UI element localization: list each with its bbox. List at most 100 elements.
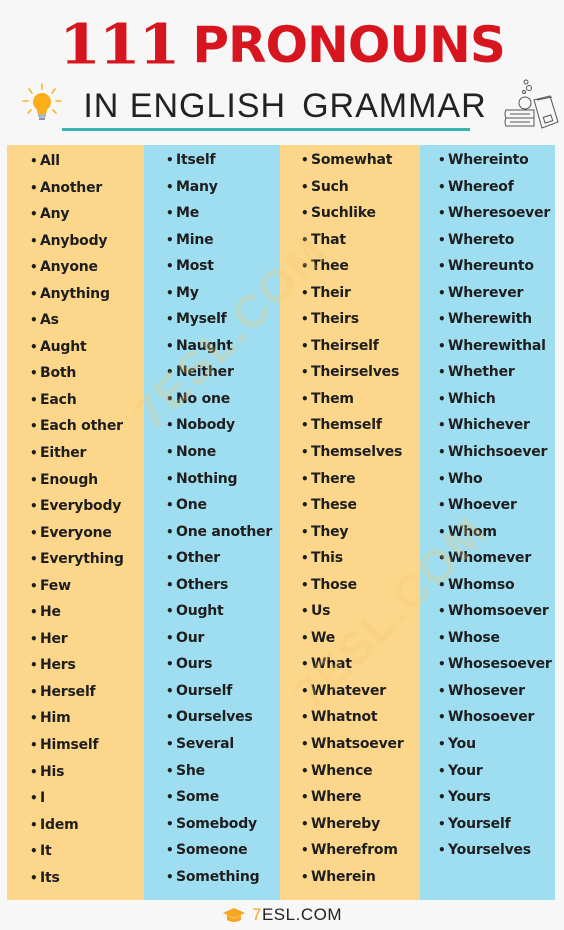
pronoun-item: • Ourself [144,678,280,705]
bullet-icon: • [301,737,309,752]
bullet-icon: • [438,551,446,566]
bullet-icon: • [301,471,309,486]
pronoun-item: • Something [144,864,280,891]
bullet-icon: • [438,206,446,221]
bullet-icon: • [166,312,174,327]
bullet-icon: • [30,419,38,434]
pronoun-item: • Whereto [420,227,555,254]
pronoun-item: • Everything [7,546,144,573]
pronoun-text: Whoever [448,497,517,514]
pronoun-text: Her [40,630,68,647]
pronoun-item: • Where [280,784,420,811]
bullet-icon: • [438,790,446,805]
bullet-icon: • [301,843,309,858]
pronoun-item: • Whereunto [420,253,555,280]
pronoun-text: Many [176,178,218,195]
pronoun-text: Herself [40,683,96,700]
lightbulb-icon [22,83,62,120]
pronoun-text: Ours [176,656,213,673]
bullet-icon: • [30,446,38,461]
bullet-icon: • [166,816,174,831]
pronoun-text: Wheresoever [448,205,551,222]
pronoun-item: • Yourself [420,811,555,838]
pronoun-column-2: • Itself • Many • Me • Mine • Most • My • Myself • Naug… [144,145,280,900]
pronoun-text: Which [448,390,496,407]
bullet-icon: • [30,870,38,885]
pronoun-item: • Theirselves [280,359,420,386]
pronoun-text: Who [448,470,483,487]
pronoun-item: • Mine [144,227,280,254]
pronoun-item: • You [420,731,555,758]
pronoun-text: Naught [176,337,233,354]
pronoun-column-4: • Whereinto • Whereof • Wheresoever • Whereto • W… [420,145,555,900]
pronoun-text: Theirselves [311,364,400,381]
pronoun-text: Any [40,206,70,223]
bullet-icon: • [301,312,309,327]
pronoun-text: Wherewith [448,311,532,328]
bullet-icon: • [30,392,38,407]
pronoun-item: • Naught [144,333,280,360]
pronoun-item: • Either [7,440,144,467]
pronoun-item: • That [280,227,420,254]
pronoun-text: Those [311,576,357,593]
bullet-icon: • [438,843,446,858]
pronoun-text: Theirself [311,337,379,354]
pronoun-item: • Wherewith [420,306,555,333]
pronoun-text: Me [176,205,200,222]
bullet-icon: • [30,286,38,301]
pronoun-text: Neither [176,364,234,381]
pronoun-item: • Both [7,360,144,387]
pronoun-item: • Wherefrom [280,837,420,864]
pronoun-text: Ought [176,603,224,620]
pronoun-text: Whosever [448,682,525,699]
pronoun-item: • Yourselves [420,837,555,864]
pronoun-item: • Neither [144,359,280,386]
bullet-icon: • [166,737,174,752]
graduation-cap-icon [223,908,245,922]
bullet-icon: • [438,657,446,672]
pronoun-item: • Thee [280,253,420,280]
pronoun-item: • Whose [420,625,555,652]
bullet-icon: • [301,445,309,460]
pronoun-text: Him [40,710,71,727]
pronoun-text: Others [176,576,229,593]
pronoun-item: • Whomever [420,545,555,572]
bullet-icon: • [301,179,309,194]
pronoun-text: Whereunto [448,258,534,275]
bullet-icon: • [30,339,38,354]
pronoun-text: There [311,470,356,487]
bullet-icon: • [301,683,309,698]
pronoun-text: Whomsoever [448,603,549,620]
bullet-icon: • [166,577,174,592]
pronoun-text: Each other [40,418,123,435]
bullet-icon: • [166,657,174,672]
pronoun-item: • Anything [7,281,144,308]
pronoun-text: Someone [176,842,248,859]
pronoun-text: He [40,604,61,621]
pronoun-item: • Another [7,175,144,202]
pronoun-item: • Whatsoever [280,731,420,758]
pronoun-item: • All [7,148,144,175]
bullet-icon: • [438,604,446,619]
pronoun-text: Wherefrom [311,842,398,859]
subtitle-part-2: GRAMMAR [302,87,487,125]
pronoun-text: Where [311,789,362,806]
pronoun-item: • I [7,785,144,812]
pronoun-text: Our [176,629,205,646]
pronoun-item: • Whosoever [420,704,555,731]
bullet-icon: • [301,630,309,645]
pronoun-text: This [311,550,343,567]
pronoun-text: Whereby [311,815,381,832]
pronoun-text: Ourself [176,682,233,699]
pronoun-text: Another [40,179,103,196]
bullet-icon: • [30,791,38,806]
pronoun-item: • These [280,492,420,519]
pronoun-item: • Me [144,200,280,227]
bullet-icon: • [166,179,174,194]
bullet-icon: • [438,365,446,380]
pronoun-item: • Whoever [420,492,555,519]
pronoun-column-3: • Somewhat • Such • Suchlike • That • Thee • Their •… [280,145,420,900]
bullet-icon: • [30,233,38,248]
pronoun-text: Whosesoever [448,656,552,673]
bullet-icon: • [301,763,309,778]
